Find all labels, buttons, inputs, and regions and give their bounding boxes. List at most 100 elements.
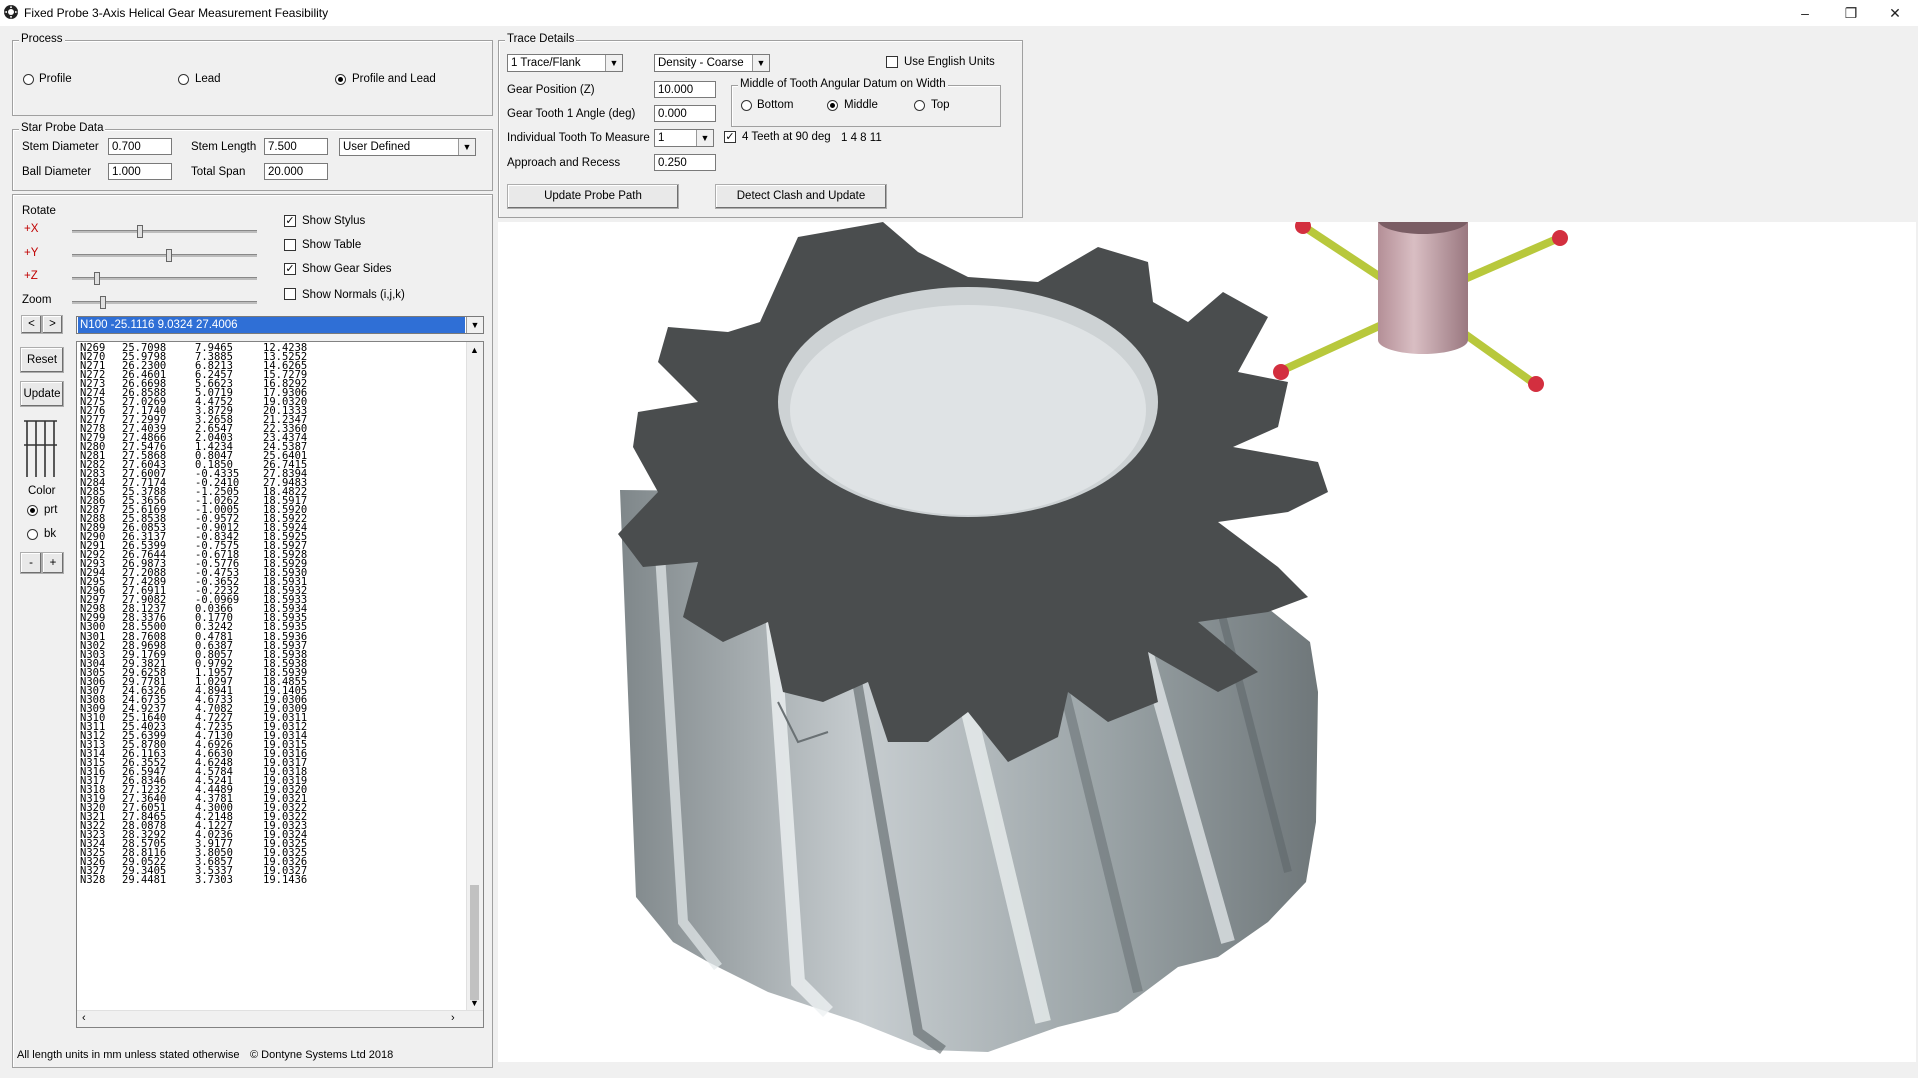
- teeth-list: 1 4 8 11: [841, 132, 882, 144]
- stem-length-label: Stem Length: [191, 141, 257, 153]
- prev-point-button[interactable]: <: [21, 315, 42, 334]
- view-panel: Rotate +X +Y +Z Zoom ✓ Show Stylus Show …: [12, 194, 493, 1068]
- restore-button[interactable]: ❐: [1828, 0, 1874, 26]
- app-icon: [3, 4, 19, 20]
- rotate-x-thumb[interactable]: [137, 225, 143, 238]
- horizontal-scrollbar[interactable]: ‹ ›: [77, 1010, 483, 1027]
- approach-input[interactable]: 0.250: [654, 154, 716, 171]
- traces-select[interactable]: 1 Trace/Flank ▼: [507, 54, 623, 72]
- density-value: Density - Coarse: [658, 57, 744, 69]
- trace-details-group: Trace Details 1 Trace/Flank ▼ Density - …: [498, 33, 1023, 218]
- radio-color-bk-label: bk: [44, 528, 57, 540]
- rotate-x-slider[interactable]: [72, 225, 257, 238]
- zoom-slider[interactable]: [72, 296, 257, 309]
- gear-tooth-angle-label: Gear Tooth 1 Angle (deg): [507, 108, 636, 120]
- radio-lead[interactable]: [178, 74, 189, 85]
- chevron-down-icon[interactable]: ▼: [752, 55, 769, 71]
- stem-diameter-input[interactable]: 0.700: [108, 138, 172, 155]
- four-teeth-checkbox[interactable]: ✓: [724, 131, 736, 143]
- reset-button[interactable]: Reset: [20, 347, 64, 373]
- individual-tooth-value: 1: [658, 132, 665, 144]
- radio-datum-middle[interactable]: [827, 100, 838, 111]
- next-point-button[interactable]: >: [42, 315, 63, 334]
- close-button[interactable]: ✕: [1872, 0, 1918, 26]
- four-teeth-label: 4 Teeth at 90 deg: [742, 131, 831, 143]
- process-group: Process Profile Lead Profile and Lead: [12, 33, 493, 116]
- point-cell: 19.1436: [263, 873, 308, 886]
- process-legend: Process: [19, 33, 65, 45]
- list-item[interactable]: N328 29.4481 3.7303 19.1436: [80, 873, 323, 886]
- ball-diameter-input[interactable]: 1.000: [108, 163, 172, 180]
- density-select[interactable]: Density - Coarse ▼: [654, 54, 770, 72]
- radio-datum-middle-label: Middle: [844, 99, 878, 111]
- plus-button[interactable]: +: [42, 552, 64, 574]
- approach-label: Approach and Recess: [507, 157, 621, 169]
- english-units-checkbox[interactable]: [886, 56, 898, 68]
- left-panel: Process Profile Lead Profile and Lead St…: [0, 26, 495, 1078]
- units-note: All length units in mm unless stated oth…: [17, 1049, 240, 1061]
- total-span-label: Total Span: [191, 166, 246, 178]
- chevron-down-icon[interactable]: ▼: [466, 317, 483, 333]
- detect-clash-button[interactable]: Detect Clash and Update: [715, 184, 887, 209]
- show-stylus-checkbox[interactable]: ✓: [284, 215, 296, 227]
- rotate-z-label: +Z: [24, 270, 38, 282]
- point-select[interactable]: N100 -25.1116 9.0324 27.4006 ▼: [76, 316, 484, 334]
- show-gear-sides-label: Show Gear Sides: [302, 263, 392, 275]
- radio-datum-top-label: Top: [931, 99, 950, 111]
- rotate-x-label: +X: [24, 223, 39, 235]
- scroll-thumb[interactable]: [470, 885, 479, 1000]
- rotate-z-thumb[interactable]: [94, 272, 100, 285]
- minus-button[interactable]: -: [20, 552, 42, 574]
- vertical-scrollbar[interactable]: ▲ ▼: [466, 342, 483, 1012]
- scroll-left-icon[interactable]: ‹: [82, 1012, 86, 1024]
- probe-type-select[interactable]: User Defined ▼: [339, 138, 476, 156]
- zoom-thumb[interactable]: [100, 296, 106, 309]
- english-units-label: Use English Units: [904, 56, 995, 68]
- rotate-label: Rotate: [22, 205, 56, 217]
- star-probe: [1273, 206, 1568, 392]
- chevron-down-icon[interactable]: ▼: [458, 139, 475, 155]
- minimize-button[interactable]: –: [1782, 0, 1828, 26]
- 3d-viewport[interactable]: [498, 206, 1916, 1062]
- point-cell: 3.7303: [195, 873, 233, 886]
- scroll-down-icon[interactable]: ▼: [470, 998, 479, 1008]
- radio-profile-label: Profile: [39, 73, 72, 85]
- star-probe-legend: Star Probe Data: [19, 122, 106, 134]
- chevron-down-icon[interactable]: ▼: [605, 55, 622, 71]
- radio-color-bk[interactable]: [27, 529, 38, 540]
- chevron-down-icon[interactable]: ▼: [696, 130, 713, 146]
- point-cell: N328: [80, 873, 106, 886]
- show-normals-label: Show Normals (i,j,k): [302, 289, 405, 301]
- window-title: Fixed Probe 3-Axis Helical Gear Measurem…: [24, 6, 329, 20]
- update-probe-path-button[interactable]: Update Probe Path: [507, 184, 679, 209]
- gear-position-input[interactable]: 10.000: [654, 81, 716, 98]
- point-cell: 29.4481: [122, 873, 167, 886]
- trace-details-legend: Trace Details: [505, 33, 577, 45]
- update-button[interactable]: Update: [20, 381, 64, 407]
- radio-profile-and-lead[interactable]: [335, 74, 346, 85]
- scroll-right-icon[interactable]: ›: [451, 1012, 455, 1024]
- radio-profile[interactable]: [23, 74, 34, 85]
- color-bars-icon: [23, 417, 61, 479]
- probe-ball-2: [1552, 230, 1568, 246]
- datum-group: Middle of Tooth Angular Datum on Width B…: [731, 78, 1001, 127]
- point-list[interactable]: N269 25.7098 7.9465 12.4238 N270 25.9798 7.388…: [76, 341, 484, 1028]
- stem-length-input[interactable]: 7.500: [264, 138, 328, 155]
- rotate-y-thumb[interactable]: [166, 249, 172, 262]
- ball-diameter-label: Ball Diameter: [22, 166, 92, 178]
- rotate-z-slider[interactable]: [72, 272, 257, 285]
- scroll-up-icon[interactable]: ▲: [470, 345, 479, 355]
- radio-datum-top[interactable]: [914, 100, 925, 111]
- rotate-y-slider[interactable]: [72, 249, 257, 262]
- show-gear-sides-checkbox[interactable]: ✓: [284, 263, 296, 275]
- individual-tooth-select[interactable]: 1 ▼: [654, 129, 714, 147]
- gear-tooth-angle-input[interactable]: 0.000: [654, 105, 716, 122]
- radio-color-prt[interactable]: [27, 505, 38, 516]
- radio-color-prt-label: prt: [44, 504, 58, 516]
- show-table-checkbox[interactable]: [284, 239, 296, 251]
- total-span-input[interactable]: 20.000: [264, 163, 328, 180]
- show-normals-checkbox[interactable]: [284, 288, 296, 300]
- radio-profile-and-lead-label: Profile and Lead: [352, 73, 436, 85]
- zoom-label: Zoom: [22, 294, 52, 306]
- radio-datum-bottom[interactable]: [741, 100, 752, 111]
